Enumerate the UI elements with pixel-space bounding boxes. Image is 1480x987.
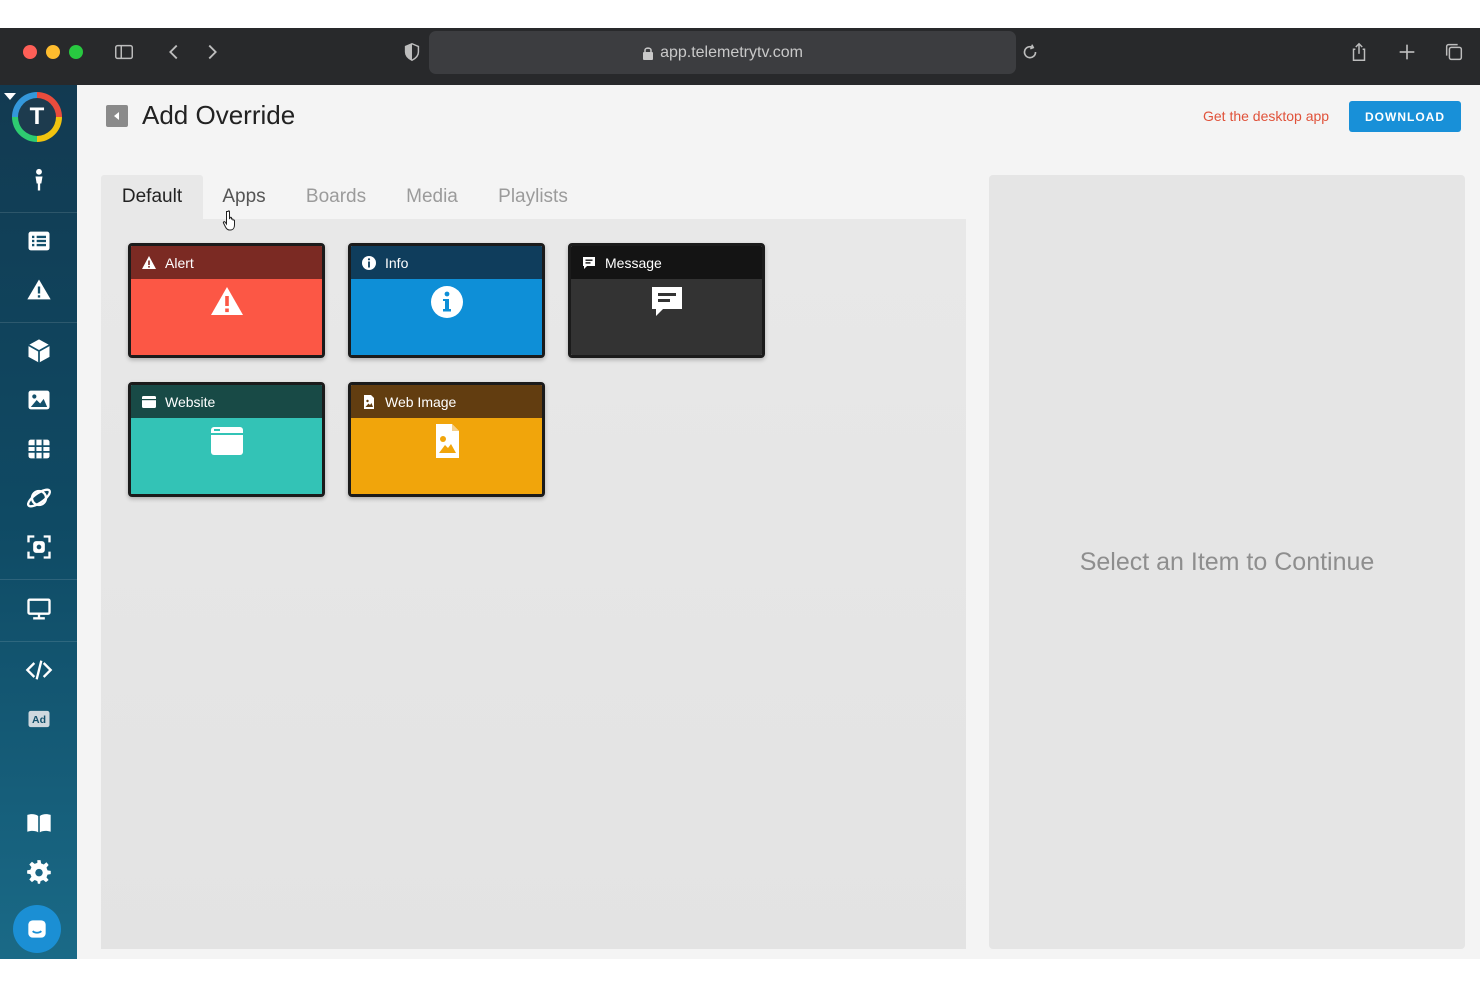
back-button[interactable] [106,105,128,127]
sidebar: T Ad [0,85,77,959]
sidebar-item-integrations[interactable] [0,478,77,518]
browser-window-icon [210,427,243,455]
desktop-app-link[interactable]: Get the desktop app [1203,108,1329,124]
share-icon[interactable] [1345,38,1373,66]
sidebar-toggle-icon[interactable] [110,38,138,66]
back-icon[interactable] [160,38,188,66]
card-label: Web Image [385,393,457,410]
card-message[interactable]: Message [568,243,765,358]
browser-window-icon [142,395,156,408]
card-header: Alert [131,246,322,279]
cube-icon [27,339,50,363]
sidebar-item-docs[interactable] [0,803,77,843]
tab-media[interactable]: Media [394,175,470,219]
card-body [571,279,762,355]
hand-cursor-icon [222,210,235,231]
list-icon [28,231,49,251]
maximize-window-button[interactable] [69,45,83,59]
sidebar-divider [0,579,77,580]
browser-window: app.telemetrytv.com T Ad Add Override Ge… [0,28,1480,959]
sidebar-item-people[interactable] [0,160,77,200]
card-body [351,418,542,494]
warning-icon [26,279,51,300]
dropdown-caret-icon[interactable] [4,93,16,100]
empty-state-message: Select an Item to Continue [1079,547,1375,576]
tab-apps[interactable]: Apps [210,175,278,219]
close-window-button[interactable] [23,45,37,59]
warning-icon [142,255,156,269]
grid-icon [28,439,49,459]
privacy-shield-icon[interactable] [398,38,426,66]
sidebar-item-devices[interactable] [0,589,77,629]
tab-boards[interactable]: Boards [290,175,382,219]
caret-left-icon [114,112,119,120]
card-header: Info [351,246,542,279]
card-header: Web Image [351,385,542,418]
message-icon [651,287,682,316]
sidebar-item-settings[interactable] [0,852,77,892]
sidebar-item-media[interactable] [0,380,77,420]
card-website[interactable]: Website [128,382,325,497]
warning-icon [210,287,243,315]
chat-icon [28,920,46,938]
address-bar[interactable]: app.telemetrytv.com [429,31,1016,74]
code-icon [25,660,52,680]
url-text: app.telemetrytv.com [660,43,803,61]
item-details-panel: Select an Item to Continue [989,175,1465,949]
info-icon [362,255,376,270]
svg-text:Ad: Ad [32,714,46,726]
book-icon [26,814,51,833]
sidebar-item-overrides[interactable] [0,270,77,310]
card-alert[interactable]: Alert [128,243,325,358]
image-file-icon [364,394,374,409]
card-header: Message [571,246,762,279]
browser-toolbar: app.telemetrytv.com [0,28,1480,85]
sidebar-item-ads[interactable]: Ad [0,699,77,739]
tab-overview-icon[interactable] [1440,38,1468,66]
sidebar-item-capture[interactable] [0,527,77,567]
planet-icon [26,488,51,508]
card-body [351,279,542,355]
card-label: Alert [165,254,194,271]
page-title: Add Override [142,100,296,130]
image-icon [28,390,49,410]
card-label: Message [605,254,662,271]
ad-icon: Ad [28,710,49,728]
gear-icon [26,860,51,884]
reload-icon[interactable] [1016,38,1044,66]
card-header: Website [131,385,322,418]
logo-letter: T [18,98,56,136]
monitor-icon [26,598,51,620]
sidebar-divider [0,212,77,213]
minimize-window-button[interactable] [46,45,60,59]
card-web-image[interactable]: Web Image [348,382,545,497]
card-body [131,418,322,494]
tab-default[interactable]: Default [101,175,203,219]
message-icon [583,256,595,269]
sidebar-item-developer[interactable] [0,650,77,690]
image-file-icon [435,424,459,458]
card-info[interactable]: Info [348,243,545,358]
forward-icon[interactable] [198,38,226,66]
sidebar-item-list[interactable] [0,221,77,261]
sidebar-divider [0,641,77,642]
sidebar-item-boards[interactable] [0,429,77,469]
new-tab-icon[interactable] [1393,38,1421,66]
person-icon [35,168,42,191]
info-icon [430,286,463,318]
tab-playlists[interactable]: Playlists [485,175,581,219]
download-button[interactable]: DOWNLOAD [1349,101,1461,132]
lock-icon [643,46,654,60]
sidebar-item-apps[interactable] [0,331,77,371]
card-label: Website [165,393,216,410]
app-logo[interactable]: T [12,92,62,142]
card-body [131,279,322,355]
screenshot-icon [26,535,51,559]
sidebar-divider [0,322,77,323]
support-chat-button[interactable] [13,905,61,953]
card-label: Info [385,254,409,271]
